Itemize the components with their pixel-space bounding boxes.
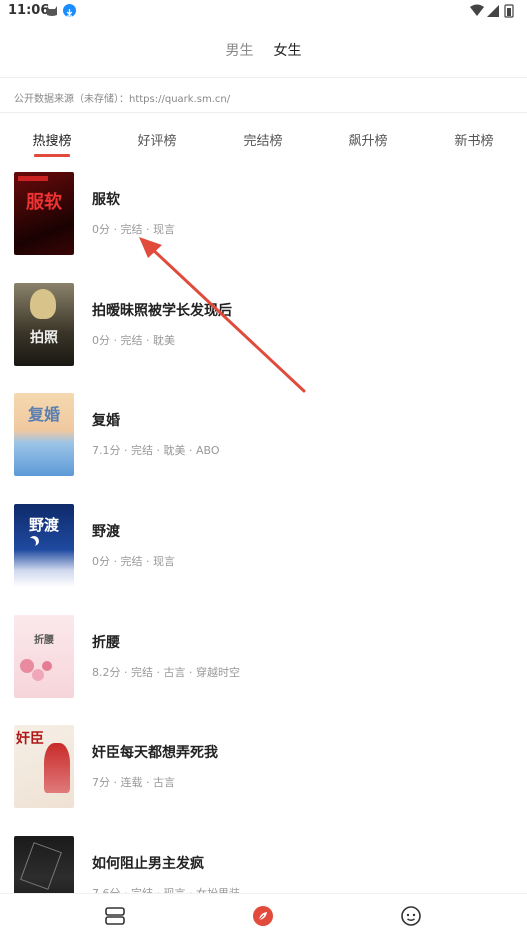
tab-rising[interactable]: 飙升榜	[348, 130, 387, 149]
cover-title: 折腰	[34, 635, 54, 646]
discover-icon[interactable]	[252, 905, 274, 927]
book-item[interactable]: 野渡 野渡 0分 · 完结 · 现言	[0, 504, 527, 614]
bottom-nav	[0, 893, 527, 937]
cover-title: 拍照	[30, 330, 58, 346]
book-meta: 0分 · 完结 · 现言	[92, 555, 175, 568]
source-divider	[0, 112, 527, 113]
book-cover: 拍照	[14, 283, 74, 366]
tab-male[interactable]: 男生	[226, 40, 254, 60]
book-cover: 服软	[14, 172, 74, 255]
bookshelf-icon[interactable]	[104, 905, 126, 927]
gender-tabs: 男生 女生	[0, 30, 527, 70]
book-title: 服软	[92, 192, 120, 208]
book-item[interactable]: 拍照 拍暧昧照被学长发现后 0分 · 完结 · 耽美	[0, 283, 527, 393]
tab-female[interactable]: 女生	[274, 40, 302, 60]
book-meta: 7.1分 · 完结 · 耽美 · ABO	[92, 444, 220, 457]
book-cover: 复婚	[14, 393, 74, 476]
tab-hot-search[interactable]: 热搜榜	[32, 130, 71, 149]
book-cover: 折腰	[14, 615, 74, 698]
tab-new-books[interactable]: 新书榜	[454, 130, 493, 149]
book-title: 奸臣每天都想弄死我	[92, 745, 218, 761]
cover-title: 复婚	[27, 405, 60, 424]
book-meta: 0分 · 完结 · 现言	[92, 223, 175, 236]
book-cover: 奸臣	[14, 725, 74, 808]
system-status-icons	[470, 4, 514, 18]
tab-top-rated[interactable]: 好评榜	[137, 130, 176, 149]
cover-title: 野渡	[28, 516, 59, 534]
status-time: 11:06	[8, 3, 50, 18]
blossom-icon	[42, 661, 52, 671]
book-item[interactable]: 奸臣 奸臣每天都想弄死我 7分 · 连载 · 古言	[0, 725, 527, 835]
book-meta: 8.2分 · 完结 · 古言 · 穿越时空	[92, 666, 240, 679]
book-title: 复婚	[92, 413, 120, 429]
book-item[interactable]: 复婚 复婚 7.1分 · 完结 · 耽美 · ABO	[0, 393, 527, 503]
book-meta: 7分 · 连载 · 古言	[92, 776, 175, 789]
blossom-icon	[32, 669, 44, 681]
tab-completed[interactable]: 完结榜	[243, 130, 282, 149]
active-tab-indicator	[34, 154, 70, 157]
cover-figure	[30, 289, 56, 319]
cover-title: 服软	[26, 192, 62, 213]
cat-icon	[47, 6, 57, 16]
profile-icon[interactable]	[400, 905, 422, 927]
rank-tabs: 热搜榜 好评榜 完结榜 飙升榜 新书榜	[0, 118, 527, 158]
book-cover: 野渡	[14, 504, 74, 587]
book-title: 如何阻止男主发疯	[92, 856, 204, 872]
publisher-badge	[18, 176, 48, 181]
download-icon	[63, 4, 76, 17]
book-item[interactable]: 折腰 折腰 8.2分 · 完结 · 古言 · 穿越时空	[0, 615, 527, 725]
header-divider	[0, 77, 527, 78]
moon-icon	[26, 538, 36, 548]
cover-figure	[44, 743, 70, 793]
status-bar: 11:06	[0, 0, 527, 24]
source-note: 公开数据来源（未存储）：https://quark.sm.cn/	[14, 94, 231, 105]
book-item[interactable]: 服软 服软 0分 · 完结 · 现言	[0, 172, 527, 282]
book-meta: 0分 · 完结 · 耽美	[92, 334, 175, 347]
book-title: 野渡	[92, 524, 120, 540]
cover-figure	[20, 842, 62, 890]
book-title: 折腰	[92, 635, 120, 651]
book-title: 拍暧昧照被学长发现后	[92, 303, 232, 319]
